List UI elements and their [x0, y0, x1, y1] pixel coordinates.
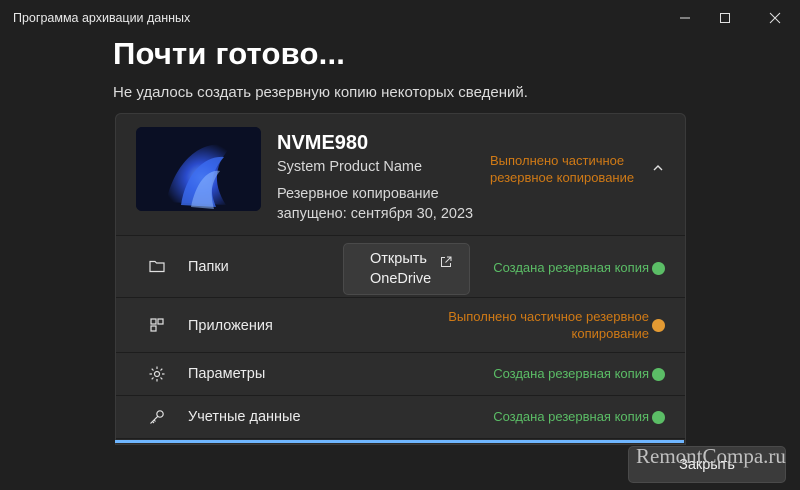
- row-status: Создана резервная копия: [493, 409, 649, 424]
- list-item-label: Папки: [188, 259, 229, 275]
- success-check-icon: [652, 368, 665, 381]
- open-onedrive-label: Открыть OneDrive: [370, 251, 432, 287]
- page-subtitle: Не удалось создать резервную копию некот…: [113, 84, 528, 101]
- maximize-icon: [720, 13, 730, 23]
- wallpaper-bloom-image: [136, 127, 261, 211]
- list-item-label: Учетные данные: [188, 409, 301, 425]
- backup-panel: NVME980 System Product Name Резервное ко…: [115, 113, 686, 445]
- row-status: Выполнено частичное резервное копировани…: [448, 309, 649, 341]
- open-onedrive-button[interactable]: Открыть OneDrive: [343, 243, 470, 295]
- list-item-folders: Папки Открыть OneDrive Создана резервная…: [116, 236, 685, 298]
- list-item-label: Параметры: [188, 366, 266, 382]
- window-title: Программа архивации данных: [13, 11, 191, 25]
- list-item-apps: Приложения Выполнено частичное резервное…: [116, 298, 685, 353]
- list-item-credentials: Учетные данные Создана резервная копия: [116, 396, 685, 439]
- gear-icon: [149, 366, 165, 382]
- external-link-icon: [441, 256, 452, 267]
- success-check-icon: [652, 411, 665, 424]
- success-check-icon: [652, 262, 665, 275]
- warning-status-icon: [652, 319, 665, 332]
- row-status: Создана резервная копия: [493, 366, 649, 381]
- chevron-up-icon[interactable]: [650, 160, 666, 176]
- progress-bar: [115, 440, 684, 443]
- list-item-label: Приложения: [188, 318, 273, 334]
- title-bar: Программа архивации данных: [0, 0, 800, 36]
- folder-icon: [149, 260, 165, 273]
- device-status: Выполнено частичное резервное копировани…: [490, 153, 635, 185]
- minimize-icon: [680, 17, 690, 19]
- row-status: Создана резервная копия: [493, 260, 649, 275]
- key-icon: [150, 410, 164, 424]
- device-thumbnail: [136, 127, 261, 211]
- backup-started-text: Резервное копирование запущено: сентября…: [277, 186, 474, 222]
- close-button-label: Закрыть: [679, 456, 735, 473]
- device-header[interactable]: NVME980 System Product Name Резервное ко…: [116, 114, 685, 236]
- page-title: Почти готово...: [113, 36, 346, 71]
- close-icon: [769, 12, 781, 24]
- list-item-settings: Параметры Создана резервная копия: [116, 353, 685, 396]
- close-window-button[interactable]: [752, 0, 798, 36]
- device-name: NVME980: [277, 132, 369, 154]
- close-button[interactable]: Закрыть: [628, 446, 786, 483]
- device-model: System Product Name: [277, 159, 423, 175]
- apps-icon: [150, 318, 164, 332]
- maximize-button[interactable]: [702, 0, 748, 36]
